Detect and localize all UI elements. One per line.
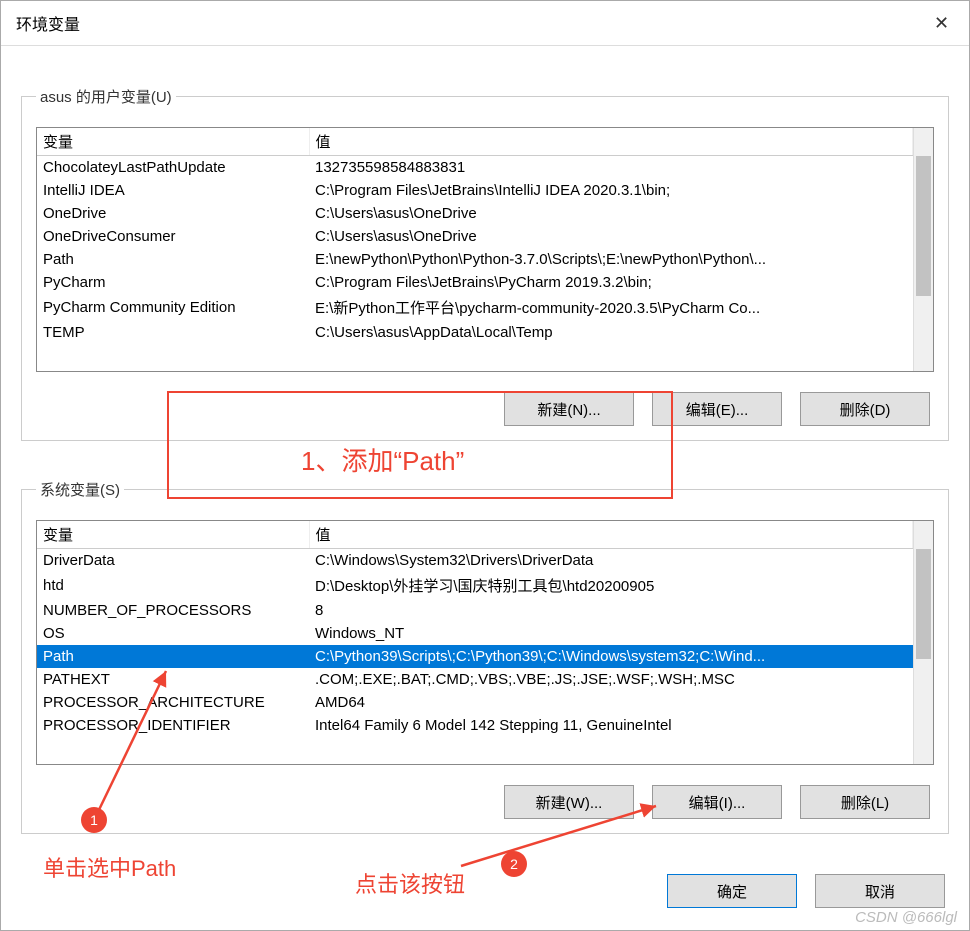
cell-variable: OS [37,622,309,645]
system-scroll-thumb[interactable] [916,549,931,659]
table-row[interactable]: IntelliJ IDEAC:\Program Files\JetBrains\… [37,179,913,202]
cell-value: 8 [309,599,913,622]
cell-value: C:\Windows\System32\Drivers\DriverData [309,549,913,573]
user-edit-button[interactable]: 编辑(E)... [652,392,782,426]
cell-variable: ChocolateyLastPathUpdate [37,156,309,180]
ok-button[interactable]: 确定 [667,874,797,908]
cell-variable: PyCharm Community Edition [37,294,309,321]
window-title: 环境变量 [16,11,80,35]
table-row[interactable]: PROCESSOR_ARCHITECTUREAMD64 [37,691,913,714]
cell-value: C:\Users\asus\OneDrive [309,225,913,248]
titlebar: 环境变量 ✕ [1,1,969,46]
user-button-row: 新建(N)... 编辑(E)... 删除(D) [36,392,934,426]
table-row[interactable]: DriverDataC:\Windows\System32\Drivers\Dr… [37,549,913,573]
table-row[interactable]: OneDriveC:\Users\asus\OneDrive [37,202,913,225]
table-row[interactable]: PATHEXT.COM;.EXE;.BAT;.CMD;.VBS;.VBE;.JS… [37,668,913,691]
annotation-text-click-button: 点击该按钮 [355,867,465,899]
system-new-button[interactable]: 新建(W)... [504,785,634,819]
cell-variable: Path [37,645,309,668]
table-row[interactable]: ChocolateyLastPathUpdate1327355985848838… [37,156,913,180]
system-col-value[interactable]: 值 [309,521,913,549]
watermark: CSDN @666lgl [855,909,957,926]
table-row[interactable]: PyCharmC:\Program Files\JetBrains\PyChar… [37,271,913,294]
close-icon: ✕ [934,13,949,34]
annotation-text-click-path: 单击选中Path [43,851,176,883]
table-row[interactable]: PathE:\newPython\Python\Python-3.7.0\Scr… [37,248,913,271]
user-group-legend: asus 的用户变量(U) [36,86,176,107]
cell-value: .COM;.EXE;.BAT;.CMD;.VBS;.VBE;.JS;.JSE;.… [309,668,913,691]
system-edit-button[interactable]: 编辑(I)... [652,785,782,819]
table-row[interactable]: OSWindows_NT [37,622,913,645]
table-row[interactable]: TEMPC:\Users\asus\AppData\Local\Temp [37,321,913,344]
system-delete-button[interactable]: 删除(L) [800,785,930,819]
table-row[interactable]: PathC:\Python39\Scripts\;C:\Python39\;C:… [37,645,913,668]
cell-variable: PATHEXT [37,668,309,691]
system-scrollbar[interactable] [913,521,933,764]
env-vars-dialog: 环境变量 ✕ asus 的用户变量(U) 变量 值 ChocolateyLast… [0,0,970,931]
cell-variable: OneDriveConsumer [37,225,309,248]
cancel-button[interactable]: 取消 [815,874,945,908]
user-variables-table[interactable]: 变量 值 ChocolateyLastPathUpdate13273559858… [36,127,934,372]
system-variables-table[interactable]: 变量 值 DriverDataC:\Windows\System32\Drive… [36,520,934,765]
user-new-button[interactable]: 新建(N)... [504,392,634,426]
cell-value: Intel64 Family 6 Model 142 Stepping 11, … [309,714,913,737]
system-variables-group: 系统变量(S) 变量 值 DriverDataC:\Windows\System… [21,479,949,834]
annotation-badge-2: 2 [501,851,527,877]
cell-variable: htd [37,572,309,599]
cell-variable: OneDrive [37,202,309,225]
user-variables-group: asus 的用户变量(U) 变量 值 ChocolateyLastPathUpd… [21,86,949,441]
user-col-value[interactable]: 值 [309,128,913,156]
cell-value: C:\Python39\Scripts\;C:\Python39\;C:\Win… [309,645,913,668]
cell-variable: DriverData [37,549,309,573]
cell-value: Windows_NT [309,622,913,645]
table-row[interactable]: htdD:\Desktop\外挂学习\国庆特别工具包\htd20200905 [37,572,913,599]
user-scrollbar[interactable] [913,128,933,371]
cell-value: C:\Users\asus\OneDrive [309,202,913,225]
cell-value: C:\Program Files\JetBrains\PyCharm 2019.… [309,271,913,294]
user-col-variable[interactable]: 变量 [37,128,309,156]
user-scroll-thumb[interactable] [916,156,931,296]
annotation-text-1: 1、添加“Path” [301,441,464,478]
cell-variable: PROCESSOR_ARCHITECTURE [37,691,309,714]
table-row[interactable]: NUMBER_OF_PROCESSORS8 [37,599,913,622]
cell-value: E:\新Python工作平台\pycharm-community-2020.3.… [309,294,913,321]
cell-variable: TEMP [37,321,309,344]
cell-value: 132735598584883831 [309,156,913,180]
system-col-variable[interactable]: 变量 [37,521,309,549]
cell-value: AMD64 [309,691,913,714]
cell-value: E:\newPython\Python\Python-3.7.0\Scripts… [309,248,913,271]
user-delete-button[interactable]: 删除(D) [800,392,930,426]
table-row[interactable]: PROCESSOR_IDENTIFIERIntel64 Family 6 Mod… [37,714,913,737]
cell-value: C:\Users\asus\AppData\Local\Temp [309,321,913,344]
system-button-row: 新建(W)... 编辑(I)... 删除(L) [36,785,934,819]
cell-variable: NUMBER_OF_PROCESSORS [37,599,309,622]
cell-value: D:\Desktop\外挂学习\国庆特别工具包\htd20200905 [309,572,913,599]
cell-value: C:\Program Files\JetBrains\IntelliJ IDEA… [309,179,913,202]
cell-variable: Path [37,248,309,271]
close-button[interactable]: ✕ [914,1,969,45]
table-row[interactable]: OneDriveConsumerC:\Users\asus\OneDrive [37,225,913,248]
system-group-legend: 系统变量(S) [36,479,124,500]
dialog-button-row: 确定 取消 [667,874,945,908]
cell-variable: IntelliJ IDEA [37,179,309,202]
cell-variable: PyCharm [37,271,309,294]
table-row[interactable]: PyCharm Community EditionE:\新Python工作平台\… [37,294,913,321]
cell-variable: PROCESSOR_IDENTIFIER [37,714,309,737]
